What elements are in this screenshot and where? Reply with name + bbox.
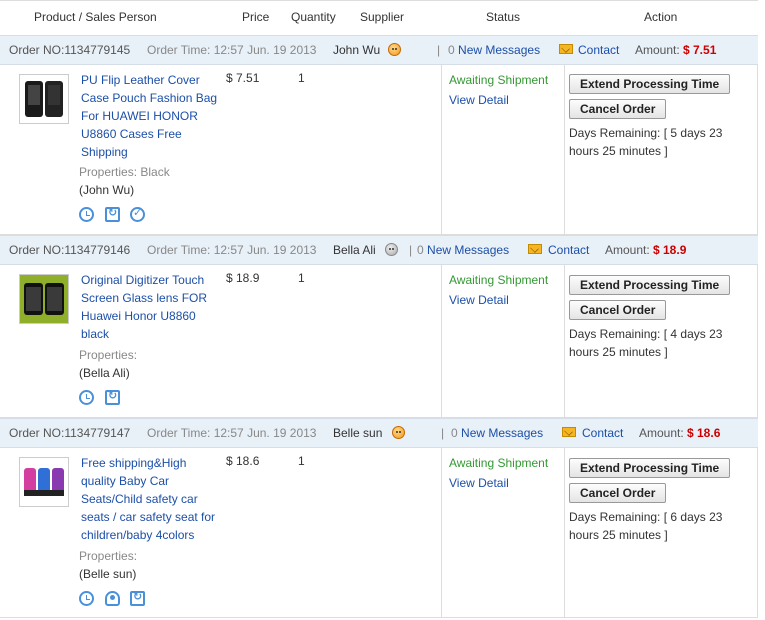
properties-value: Black — [140, 165, 170, 179]
envelope-icon[interactable] — [559, 44, 573, 54]
person-icon[interactable] — [105, 591, 120, 606]
view-detail-link[interactable]: View Detail — [449, 476, 509, 490]
order-number: 1134779147 — [64, 426, 131, 440]
item-quantity: 1 — [298, 454, 305, 468]
days-remaining: Days Remaining: [ 5 days 23 hours 25 min… — [569, 126, 723, 158]
cancel-order-button[interactable]: Cancel Order — [569, 300, 667, 320]
envelope-icon[interactable] — [562, 427, 576, 437]
header-action: Action — [644, 10, 678, 24]
order-time-label: Order Time: — [147, 243, 211, 257]
order-time: 12:57 Jun. 19 2013 — [213, 243, 317, 257]
online-status-icon[interactable] — [392, 426, 405, 439]
item-quantity: 1 — [298, 71, 305, 85]
properties-label: Properties: — [79, 348, 138, 362]
amount-value: $ 7.51 — [683, 43, 717, 57]
product-thumbnail[interactable] — [19, 74, 69, 124]
refresh-icon[interactable] — [105, 389, 120, 405]
order-item: PU Flip Leather Cover Case Pouch Fashion… — [0, 65, 758, 235]
order-number: 1134779146 — [64, 243, 131, 257]
refresh-icon[interactable] — [105, 206, 120, 222]
order-item: Original Digitizer Touch Screen Glass le… — [0, 265, 758, 418]
order-time: 12:57 Jun. 19 2013 — [213, 426, 317, 440]
header-status: Status — [486, 10, 521, 24]
days-remaining: Days Remaining: [ 4 days 23 hours 25 min… — [569, 327, 723, 359]
clock-icon[interactable] — [79, 591, 94, 606]
contact-link[interactable]: Contact — [578, 43, 619, 57]
product-title-link[interactable]: Free shipping&High quality Baby Car Seat… — [81, 454, 221, 544]
order-bar: Order NO:1134779146 Order Time: 12:57 Ju… — [0, 235, 758, 265]
amount-value: $ 18.9 — [653, 243, 687, 257]
new-messages-link[interactable]: 0 New Messages — [448, 43, 540, 57]
order-bar: Order NO:1134779145 Order Time: 12:57 Ju… — [0, 35, 758, 65]
item-quantity: 1 — [298, 271, 305, 285]
order-bar: Order NO:1134779147 Order Time: 12:57 Ju… — [0, 418, 758, 448]
order-time: 12:57 Jun. 19 2013 — [213, 43, 317, 57]
item-price: $ 18.9 — [226, 271, 260, 285]
item-price: $ 18.6 — [226, 454, 260, 468]
extend-processing-time-button[interactable]: Extend Processing Time — [569, 74, 731, 94]
order-status: Awaiting Shipment — [449, 456, 549, 470]
properties-label: Properties: — [79, 165, 138, 179]
amount-label: Amount: — [639, 426, 684, 440]
product-title-link[interactable]: PU Flip Leather Cover Case Pouch Fashion… — [81, 71, 221, 161]
clock-icon[interactable] — [79, 207, 94, 222]
amount-label: Amount: — [605, 243, 650, 257]
header-supplier: Supplier — [360, 10, 405, 24]
order-time-label: Order Time: — [147, 43, 211, 57]
contact-link[interactable]: Contact — [582, 426, 623, 440]
extend-processing-time-button[interactable]: Extend Processing Time — [569, 458, 731, 478]
sales-person: (Bella Ali) — [79, 366, 130, 380]
view-detail-link[interactable]: View Detail — [449, 293, 509, 307]
order-no-label: Order NO: — [9, 43, 65, 57]
order-item: Free shipping&High quality Baby Car Seat… — [0, 448, 758, 618]
clock-icon[interactable] — [79, 390, 94, 405]
product-title-link[interactable]: Original Digitizer Touch Screen Glass le… — [81, 271, 221, 343]
header-product: Product / Sales Person — [34, 10, 157, 24]
table-header: Product / Sales Person Price Quantity Su… — [0, 0, 758, 36]
new-messages-link[interactable]: 0 New Messages — [417, 243, 509, 257]
supplier-name[interactable]: John Wu — [333, 43, 380, 57]
check-icon[interactable] — [130, 206, 145, 222]
contact-link[interactable]: Contact — [548, 243, 589, 257]
product-thumbnail[interactable] — [19, 457, 69, 507]
order-number: 1134779145 — [64, 43, 131, 57]
order-status: Awaiting Shipment — [449, 73, 549, 87]
refresh-icon[interactable] — [130, 590, 145, 606]
days-remaining: Days Remaining: [ 6 days 23 hours 25 min… — [569, 510, 723, 542]
supplier-name[interactable]: Bella Ali — [333, 243, 376, 257]
header-price: Price — [242, 10, 270, 24]
view-detail-link[interactable]: View Detail — [449, 93, 509, 107]
sales-person: (John Wu) — [79, 183, 135, 197]
new-messages-link[interactable]: 0 New Messages — [451, 426, 543, 440]
cancel-order-button[interactable]: Cancel Order — [569, 99, 667, 119]
product-thumbnail[interactable] — [19, 274, 69, 324]
amount-value: $ 18.6 — [687, 426, 721, 440]
properties-label: Properties: — [79, 549, 138, 563]
order-no-label: Order NO: — [9, 426, 65, 440]
item-price: $ 7.51 — [226, 71, 260, 85]
extend-processing-time-button[interactable]: Extend Processing Time — [569, 275, 731, 295]
offline-status-icon[interactable] — [385, 243, 398, 256]
order-status: Awaiting Shipment — [449, 273, 549, 287]
cancel-order-button[interactable]: Cancel Order — [569, 483, 667, 503]
envelope-icon[interactable] — [528, 244, 542, 254]
order-no-label: Order NO: — [9, 243, 65, 257]
order-time-label: Order Time: — [147, 426, 211, 440]
header-quantity: Quantity — [291, 10, 336, 24]
amount-label: Amount: — [635, 43, 680, 57]
online-status-icon[interactable] — [388, 43, 401, 56]
supplier-name[interactable]: Belle sun — [333, 426, 382, 440]
sales-person: (Belle sun) — [79, 567, 137, 581]
